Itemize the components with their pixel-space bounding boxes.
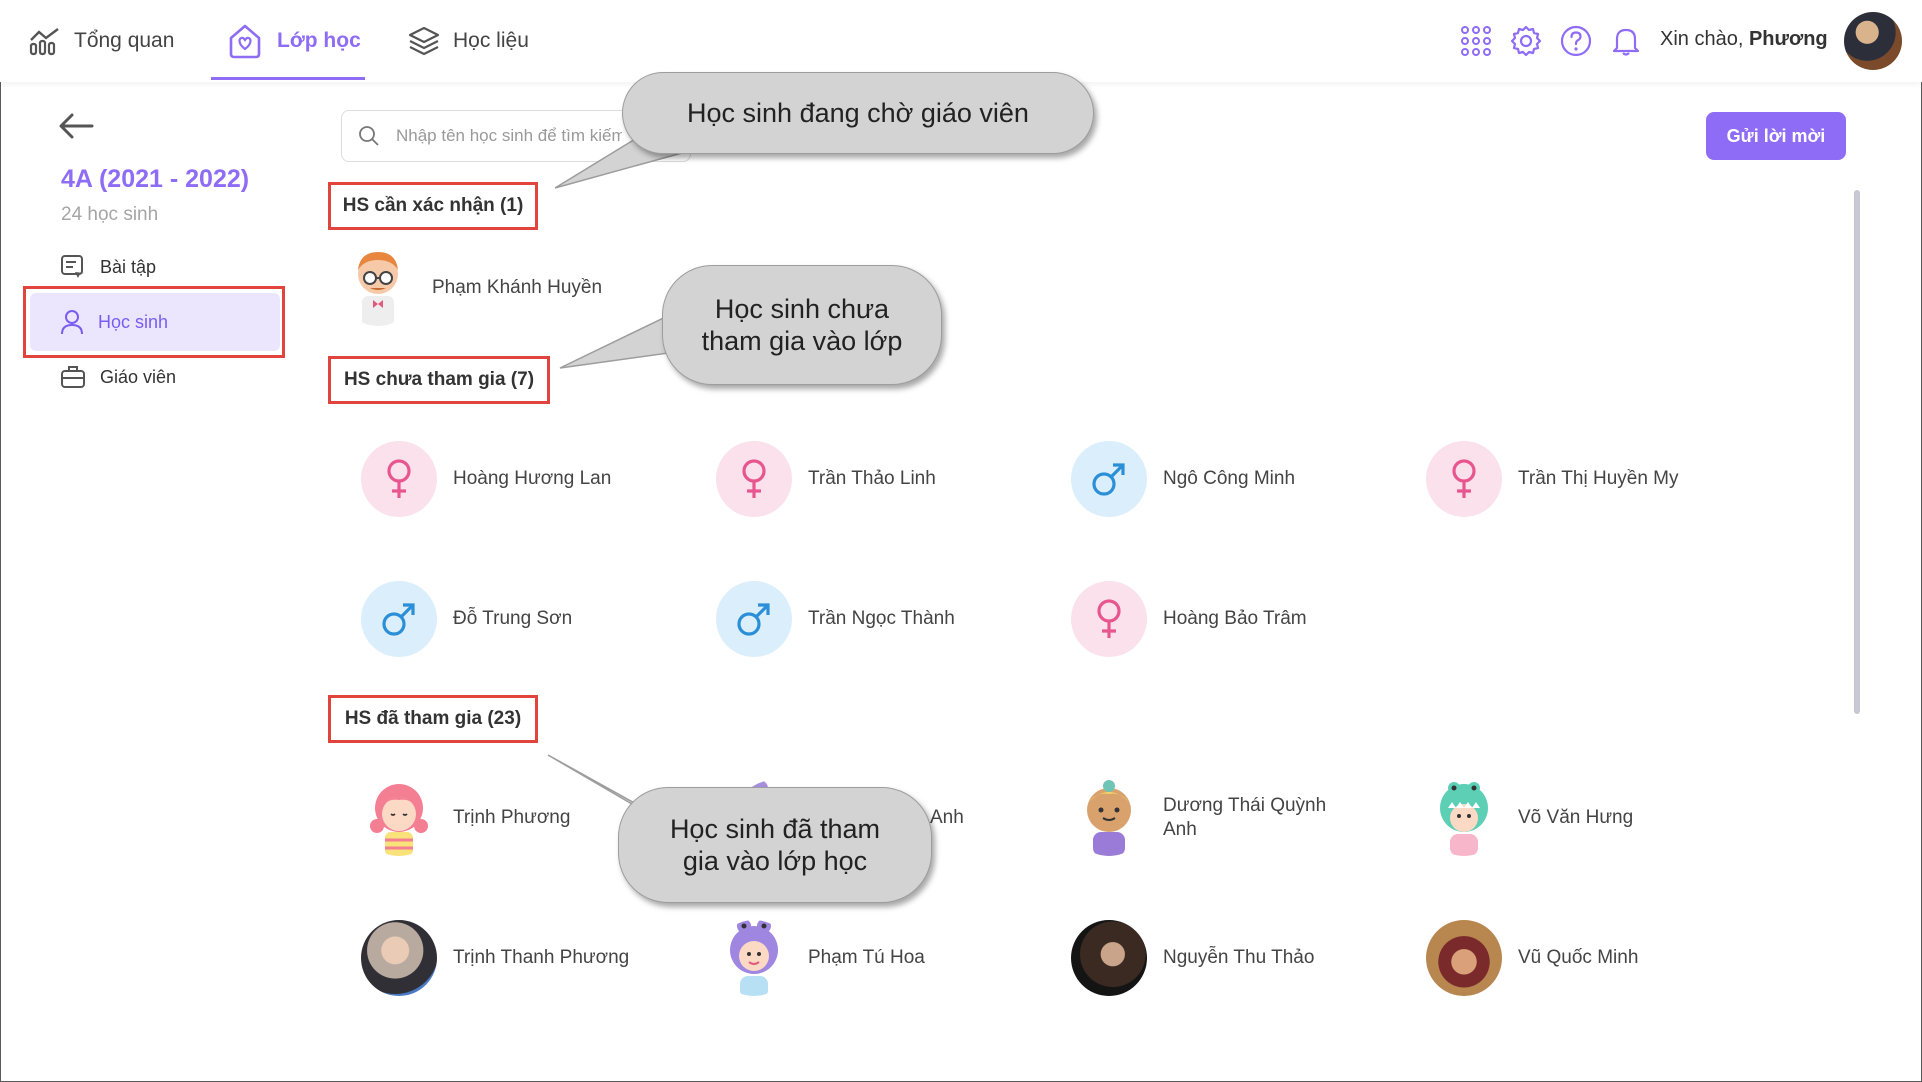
assignment-icon bbox=[61, 255, 84, 278]
female-icon bbox=[716, 441, 792, 517]
class-title: 4A (2021 - 2022) bbox=[61, 165, 250, 193]
student-item[interactable]: Trần Thị Huyền My bbox=[1426, 441, 1679, 517]
callout-not-joined-line1: Học sinh chưa bbox=[714, 294, 890, 324]
student-name: Trịnh Phương bbox=[453, 807, 571, 828]
student-name: Nguyễn Thu Thảo bbox=[1163, 947, 1315, 968]
section-label-not-joined: HS chưa tham gia (7) bbox=[328, 356, 550, 404]
nav-classes-label: Lớp học bbox=[277, 29, 361, 52]
highlight-box-students-menu bbox=[23, 286, 285, 358]
help-icon[interactable] bbox=[1559, 24, 1593, 58]
notification-bell-icon[interactable] bbox=[1609, 24, 1643, 58]
student-name: Võ Văn Hưng bbox=[1518, 807, 1634, 828]
student-item[interactable]: Hoàng Hương Lan bbox=[361, 441, 611, 517]
callout-joined-line2: gia vào lớp học bbox=[682, 846, 868, 876]
male-icon bbox=[716, 581, 792, 657]
student-name: Dương Thái Quỳnh Anh bbox=[1163, 795, 1327, 840]
active-tab-indicator bbox=[211, 77, 365, 80]
student-name: Phạm Tú Hoa bbox=[808, 947, 925, 968]
boy-cartoon-avatar bbox=[1071, 780, 1147, 856]
student-name: Vũ Quốc Minh bbox=[1518, 947, 1639, 968]
search-icon bbox=[359, 126, 379, 146]
student-item[interactable]: Trần Thảo Linh bbox=[716, 441, 936, 517]
student-name: Trịnh Thanh Phương bbox=[453, 947, 630, 968]
user-avatar[interactable] bbox=[1844, 12, 1902, 70]
sidebar-item-label: Bài tập bbox=[100, 256, 157, 277]
teacher-cartoon-avatar bbox=[340, 250, 416, 326]
student-photo bbox=[1426, 920, 1502, 996]
dino-cartoon-avatar bbox=[1426, 780, 1502, 856]
callout-pending: Học sinh đang chờ giáo viên bbox=[622, 72, 1094, 154]
girl-cartoon-avatar bbox=[361, 780, 437, 856]
student-name: Trần Thảo Linh bbox=[808, 468, 936, 489]
search-input[interactable] bbox=[394, 125, 624, 147]
greeting: Xin chào, Phương bbox=[1660, 28, 1828, 51]
student-name: Phạm Khánh Huyền bbox=[432, 277, 603, 298]
student-item[interactable]: Võ Văn Hưng bbox=[1426, 780, 1633, 856]
female-icon bbox=[361, 441, 437, 517]
nav-materials-label: Học liệu bbox=[453, 29, 529, 52]
send-invite-button[interactable]: Gửi lời mời bbox=[1706, 112, 1846, 160]
student-name: Anh bbox=[930, 807, 964, 828]
callout-not-joined: Học sinh chưa tham gia vào lớp bbox=[662, 265, 942, 385]
nav-overview-label: Tổng quan bbox=[74, 29, 175, 52]
student-name: Trần Ngọc Thành bbox=[808, 608, 955, 629]
frog-hood-cartoon-avatar bbox=[716, 920, 792, 996]
section-label-joined: HS đã tham gia (23) bbox=[328, 695, 538, 743]
student-name: Hoàng Bảo Trâm bbox=[1163, 608, 1307, 629]
callout-joined: Học sinh đã tham gia vào lớp học bbox=[618, 787, 932, 903]
student-name: Đỗ Trung Sơn bbox=[453, 608, 573, 629]
back-arrow-icon[interactable] bbox=[56, 110, 96, 142]
section-label-pending: HS cần xác nhận (1) bbox=[328, 182, 538, 230]
student-name: Ngô Công Minh bbox=[1163, 468, 1296, 489]
nav-classes[interactable]: Lớp học bbox=[225, 20, 361, 62]
sidebar-item-label: Giáo viên bbox=[100, 366, 177, 387]
student-name: Trần Thị Huyền My bbox=[1518, 468, 1679, 489]
student-item[interactable]: Dương Thái Quỳnh Anh bbox=[1071, 780, 1343, 856]
callout-not-joined-line2: tham gia vào lớp bbox=[701, 326, 903, 356]
apps-grid-icon[interactable] bbox=[1459, 24, 1493, 58]
scrollbar[interactable] bbox=[1854, 190, 1860, 714]
layers-icon bbox=[408, 26, 440, 56]
student-item[interactable]: Hoàng Bảo Trâm bbox=[1071, 581, 1307, 657]
greeting-username: Phương bbox=[1748, 28, 1828, 50]
student-item[interactable]: Ngô Công Minh bbox=[1071, 441, 1295, 517]
briefcase-icon bbox=[61, 366, 85, 388]
chart-icon bbox=[29, 28, 59, 56]
student-item[interactable]: Đỗ Trung Sơn bbox=[361, 581, 572, 657]
student-item[interactable]: Trịnh Phương bbox=[361, 780, 570, 856]
student-photo bbox=[1071, 920, 1147, 996]
student-item[interactable]: Nguyễn Thu Thảo bbox=[1071, 920, 1314, 996]
student-photo bbox=[361, 920, 437, 996]
top-navbar: Tổng quan Lớp học Học liệu Xin chào, Phư… bbox=[0, 0, 1922, 82]
nav-materials[interactable]: Học liệu bbox=[407, 20, 529, 62]
settings-gear-icon[interactable] bbox=[1509, 24, 1543, 58]
student-item[interactable]: Phạm Tú Hoa bbox=[716, 920, 925, 996]
female-icon bbox=[1426, 441, 1502, 517]
class-house-icon bbox=[229, 24, 261, 59]
student-name: Hoàng Hương Lan bbox=[453, 468, 612, 489]
student-item[interactable]: Trần Ngọc Thành bbox=[716, 581, 955, 657]
class-student-count: 24 học sinh bbox=[61, 204, 159, 225]
callout-joined-line1: Học sinh đã tham bbox=[669, 814, 881, 844]
student-item[interactable]: Vũ Quốc Minh bbox=[1426, 920, 1638, 996]
male-icon bbox=[361, 581, 437, 657]
student-item[interactable]: Phạm Khánh Huyền bbox=[340, 250, 602, 326]
nav-overview[interactable]: Tổng quan bbox=[28, 20, 174, 62]
greeting-prefix: Xin chào, bbox=[1660, 28, 1749, 50]
female-icon bbox=[1071, 581, 1147, 657]
male-icon bbox=[1071, 441, 1147, 517]
student-item[interactable]: Trịnh Thanh Phương bbox=[361, 920, 629, 996]
